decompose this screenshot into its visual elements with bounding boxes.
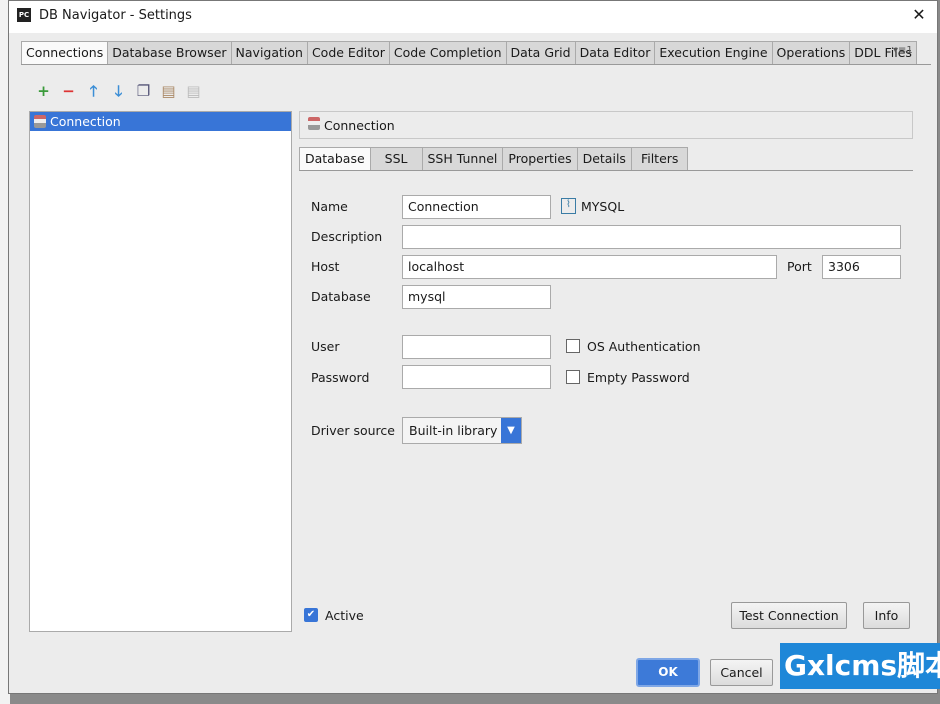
db-type: MYSQL xyxy=(581,199,625,214)
divider xyxy=(299,170,913,171)
tab-data-editor[interactable]: Data Editor xyxy=(575,41,656,65)
host-input[interactable]: localhost xyxy=(402,255,777,279)
remove-icon[interactable]: − xyxy=(58,81,79,101)
watermark: Gxlcms脚本 xyxy=(780,643,940,689)
connections-list: Connection xyxy=(29,111,292,632)
password-input[interactable] xyxy=(402,365,551,389)
settings-tabs: Connections Database Browser Navigation … xyxy=(21,41,917,65)
test-connection-button[interactable]: Test Connection xyxy=(731,602,847,629)
divider xyxy=(21,64,931,65)
connection-subtabs: Database SSL SSH Tunnel Properties Detai… xyxy=(299,147,689,171)
password-label: Password xyxy=(311,370,370,385)
mysql-icon: ⌇ xyxy=(561,198,576,214)
connection-name: Connection xyxy=(50,114,121,129)
close-icon[interactable]: ✕ xyxy=(909,5,929,24)
tab-database-browser[interactable]: Database Browser xyxy=(108,41,232,65)
copy-icon[interactable]: ❐ xyxy=(133,81,154,101)
name-label: Name xyxy=(311,199,348,214)
driver-source-label: Driver source xyxy=(311,423,395,438)
settings-dialog: PC DB Navigator - Settings ✕ Connections… xyxy=(8,0,938,694)
driver-source-value: Built-in library xyxy=(409,423,498,438)
os-auth-label: OS Authentication xyxy=(587,339,701,354)
tab-ssl[interactable]: SSL xyxy=(370,147,423,171)
pycharm-icon: PC xyxy=(17,8,31,22)
database-label: Database xyxy=(311,289,371,304)
tab-navigation[interactable]: Navigation xyxy=(231,41,308,65)
tab-properties[interactable]: Properties xyxy=(503,147,578,171)
connections-toolbar: + − 🡑 🡓 ❐ ▤ ▤ xyxy=(33,81,204,101)
user-label: User xyxy=(311,339,340,354)
paste-icon[interactable]: ▤ xyxy=(183,81,204,101)
info-button[interactable]: Info xyxy=(863,602,910,629)
connection-icon xyxy=(34,115,46,128)
tab-code-completion[interactable]: Code Completion xyxy=(389,41,507,65)
empty-password-label: Empty Password xyxy=(587,370,690,385)
tab-details[interactable]: Details xyxy=(577,147,632,171)
tab-execution-engine[interactable]: Execution Engine xyxy=(655,41,773,65)
database-input[interactable]: mysql xyxy=(402,285,551,309)
tab-database[interactable]: Database xyxy=(299,147,371,171)
tab-operations[interactable]: Operations xyxy=(772,41,851,65)
driver-source-select[interactable]: Built-in library ▼ xyxy=(402,417,522,444)
move-up-icon[interactable]: 🡑 xyxy=(83,81,104,101)
user-input[interactable] xyxy=(402,335,551,359)
name-input[interactable]: Connection xyxy=(402,195,551,219)
tab-code-editor[interactable]: Code Editor xyxy=(307,41,390,65)
title-bar: PC DB Navigator - Settings ✕ xyxy=(9,1,937,33)
connection-icon xyxy=(308,117,320,130)
chevron-down-icon: ▼ xyxy=(501,418,521,443)
move-down-icon[interactable]: 🡓 xyxy=(108,81,129,101)
window-title: DB Navigator - Settings xyxy=(39,8,192,23)
empty-password-checkbox[interactable] xyxy=(566,370,580,384)
active-checkbox[interactable]: ✔ xyxy=(304,608,318,622)
tab-filters[interactable]: Filters xyxy=(631,147,689,171)
host-label: Host xyxy=(311,259,340,274)
header-title: Connection xyxy=(323,118,395,133)
os-auth-checkbox[interactable] xyxy=(566,339,580,353)
ok-button[interactable]: OK xyxy=(636,658,700,687)
port-input[interactable]: 3306 xyxy=(822,255,901,279)
port-label: Port xyxy=(787,259,812,274)
description-label: Description xyxy=(311,229,383,244)
active-label: Active xyxy=(325,608,364,623)
description-input[interactable] xyxy=(402,225,901,249)
tab-data-grid[interactable]: Data Grid xyxy=(506,41,576,65)
list-item[interactable]: Connection xyxy=(30,112,291,131)
cancel-button[interactable]: Cancel xyxy=(710,659,773,686)
duplicate-icon[interactable]: ▤ xyxy=(158,81,179,101)
tab-connections[interactable]: Connections xyxy=(21,41,109,65)
connection-header: Connection xyxy=(299,111,913,139)
add-icon[interactable]: + xyxy=(33,81,54,101)
tab-ssh-tunnel[interactable]: SSH Tunnel xyxy=(422,147,504,171)
tabs-overflow-icon[interactable]: ▾≡1 xyxy=(893,45,913,56)
